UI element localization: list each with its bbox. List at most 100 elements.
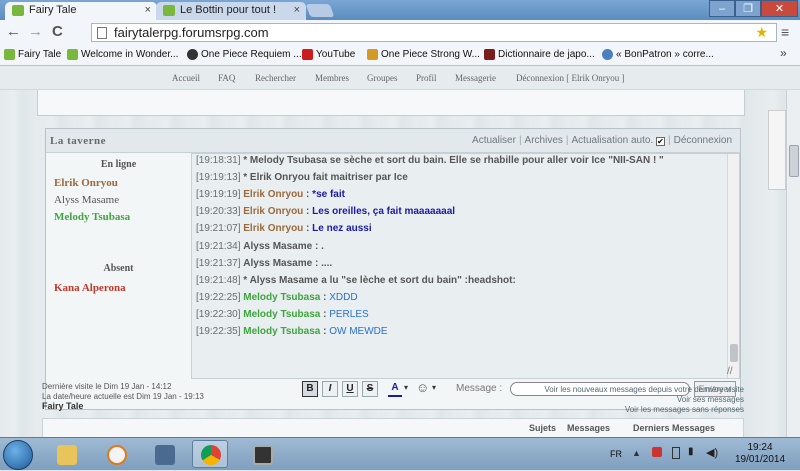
bold-button[interactable]: B xyxy=(302,381,318,397)
bookmark-youtube[interactable]: YouTube xyxy=(302,49,355,60)
nav-membres[interactable]: Membres xyxy=(315,73,349,83)
bookmark-star-icon[interactable]: ★ xyxy=(755,24,768,41)
nav-messagerie[interactable]: Messagerie xyxy=(455,73,496,83)
bookmark-label: Welcome in Wonder... xyxy=(81,49,179,60)
message-author[interactable]: Elrik Onryou xyxy=(243,223,303,234)
chat-message: [19:22:25] Melody Tsubasa : XDDD xyxy=(196,291,358,303)
bookmark-wonderland[interactable]: Welcome in Wonder... xyxy=(67,49,178,60)
online-user[interactable]: Alyss Masame xyxy=(54,194,119,206)
taskbar-photo-studio[interactable] xyxy=(244,440,280,468)
nav-profil[interactable]: Profil xyxy=(416,73,437,83)
reload-icon[interactable]: C xyxy=(52,23,63,41)
chat-message: [19:20:33] Elrik Onryou : Les oreilles, … xyxy=(196,206,456,218)
more-bookmarks-icon[interactable]: » xyxy=(780,46,787,60)
bookmark-fairy-tale[interactable]: Fairy Tale xyxy=(4,49,61,60)
windows-taskbar: FR ▲ ▮ ◀) 19:24 19/01/2014 xyxy=(0,437,800,470)
close-tab-icon[interactable]: × xyxy=(294,2,300,19)
italic-button[interactable]: I xyxy=(322,381,338,397)
clock[interactable]: 19:24 19/01/2014 xyxy=(732,442,788,466)
bookmark-dictionnaire[interactable]: Dictionnaire de japo... xyxy=(484,49,595,60)
strike-button[interactable]: S xyxy=(362,381,378,397)
bookmark-one-piece-requiem[interactable]: One Piece Requiem ... xyxy=(187,49,302,60)
bookmark-one-piece-strong[interactable]: One Piece Strong W... xyxy=(367,49,480,60)
text-color-button[interactable]: A xyxy=(388,381,402,397)
browser-tab-bottin[interactable]: Le Bottin pour tout ! × xyxy=(156,2,306,20)
tab-label: Le Bottin pour tout ! xyxy=(180,4,277,16)
message-author[interactable]: Alyss Masame xyxy=(243,241,312,252)
back-arrow-icon[interactable]: ← xyxy=(6,23,21,41)
page-scrollbar[interactable] xyxy=(786,90,800,437)
close-window-button[interactable]: ✕ xyxy=(761,0,798,17)
refresh-link[interactable]: Actualiser xyxy=(472,135,516,146)
page-scrollbar-thumb[interactable] xyxy=(789,145,799,177)
emoji-button[interactable]: ☺ xyxy=(416,380,429,395)
bookmark-label: One Piece Requiem ... xyxy=(201,49,302,60)
user-list: En ligne Elrik Onryou Alyss Masame Melod… xyxy=(46,153,191,411)
message-timestamp: [19:21:07] xyxy=(196,223,241,235)
message-author[interactable]: Elrik Onryou xyxy=(243,206,303,217)
flag-icon[interactable] xyxy=(652,447,662,457)
bookmark-bonpatron[interactable]: « BonPatron » corre... xyxy=(602,49,714,60)
taskbar-app[interactable] xyxy=(146,440,182,468)
browser-tab-fairy-tale[interactable]: Fairy Tale × xyxy=(5,2,157,20)
taskbar-chrome[interactable] xyxy=(192,440,228,468)
onepiece-favicon-icon xyxy=(367,49,378,60)
resize-grip-icon[interactable]: // xyxy=(727,366,733,377)
address-bar[interactable]: fairytalerpg.forumsrpg.com ★ xyxy=(91,23,777,42)
message-timestamp: [19:18:31] xyxy=(196,155,241,166)
volume-icon[interactable]: ◀) xyxy=(706,446,718,459)
nav-accueil[interactable]: Accueil xyxy=(172,73,200,83)
message-timestamp: [19:21:48] xyxy=(196,274,241,286)
message-text: OW MEWDE xyxy=(329,326,388,337)
language-indicator[interactable]: FR xyxy=(610,449,622,459)
tray-arrow-icon[interactable]: ▲ xyxy=(632,448,641,458)
upper-panel xyxy=(37,90,745,116)
chat-logout-link[interactable]: Déconnexion xyxy=(674,135,732,146)
chatbox-title: La taverne xyxy=(50,135,107,147)
chat-message: [19:18:31] * Melody Tsubasa se sèche et … xyxy=(196,155,664,166)
color-dropdown-icon[interactable]: ▾ xyxy=(404,383,408,392)
battery-icon[interactable] xyxy=(672,447,680,459)
own-messages-link[interactable]: Voir ses messages xyxy=(677,395,744,404)
message-author[interactable]: Alyss Masame xyxy=(243,258,312,269)
maximize-button[interactable]: ❐ xyxy=(735,0,761,17)
chat-message: [19:21:34] Alyss Masame : . xyxy=(196,240,324,252)
forward-arrow-icon[interactable]: → xyxy=(28,23,43,41)
browser-menu-icon[interactable]: ≡ xyxy=(781,24,789,40)
folder-icon xyxy=(57,445,77,465)
url-text: fairytalerpg.forumsrpg.com xyxy=(114,25,269,40)
taskbar-media-player[interactable] xyxy=(98,440,134,468)
auto-refresh-checkbox[interactable]: ✔ xyxy=(656,137,666,146)
nav-faq[interactable]: FAQ xyxy=(218,73,235,83)
start-button[interactable] xyxy=(3,440,33,470)
chatbox-actions: Actualiser | Archives | Actualisation auto. … xyxy=(472,135,732,146)
absent-user[interactable]: Kana Alperona xyxy=(54,282,126,294)
new-tab-button[interactable] xyxy=(305,4,335,17)
message-author[interactable]: Melody Tsubasa xyxy=(243,292,320,303)
message-text: * Elrik Onryou fait maitriser par Ice xyxy=(243,172,408,184)
close-tab-icon[interactable]: × xyxy=(145,2,151,19)
new-messages-link[interactable]: Voir les nouveaux messages depuis votre … xyxy=(544,385,744,394)
message-author[interactable]: Melody Tsubasa xyxy=(243,326,320,337)
online-user[interactable]: Melody Tsubasa xyxy=(54,211,130,223)
unanswered-link[interactable]: Voir les messages sans réponses xyxy=(625,405,744,414)
side-widget[interactable] xyxy=(768,110,786,190)
minimize-button[interactable]: – xyxy=(709,0,735,17)
chat-scrollbar[interactable] xyxy=(727,154,739,378)
nav-deconnexion[interactable]: Déconnexion [ Elrik Onryou ] xyxy=(516,73,624,83)
online-user[interactable]: Elrik Onryou xyxy=(54,177,118,189)
network-icon[interactable]: ▮ xyxy=(688,446,694,457)
message-text: Le nez aussi xyxy=(312,223,372,235)
message-author[interactable]: Melody Tsubasa xyxy=(243,309,320,320)
onepiece-favicon-icon xyxy=(187,49,198,60)
nav-rechercher[interactable]: Rechercher xyxy=(255,73,296,83)
taskbar-explorer[interactable] xyxy=(48,440,84,468)
emoji-dropdown-icon[interactable]: ▾ xyxy=(432,383,436,392)
archives-link[interactable]: Archives xyxy=(525,135,563,146)
nav-groupes[interactable]: Groupes xyxy=(367,73,398,83)
forum-name[interactable]: Fairy Tale xyxy=(42,401,83,411)
message-author[interactable]: Elrik Onryou xyxy=(243,189,303,200)
bookmark-label: YouTube xyxy=(316,49,356,60)
chat-scrollbar-thumb[interactable] xyxy=(730,344,738,362)
underline-button[interactable]: U xyxy=(342,381,358,397)
